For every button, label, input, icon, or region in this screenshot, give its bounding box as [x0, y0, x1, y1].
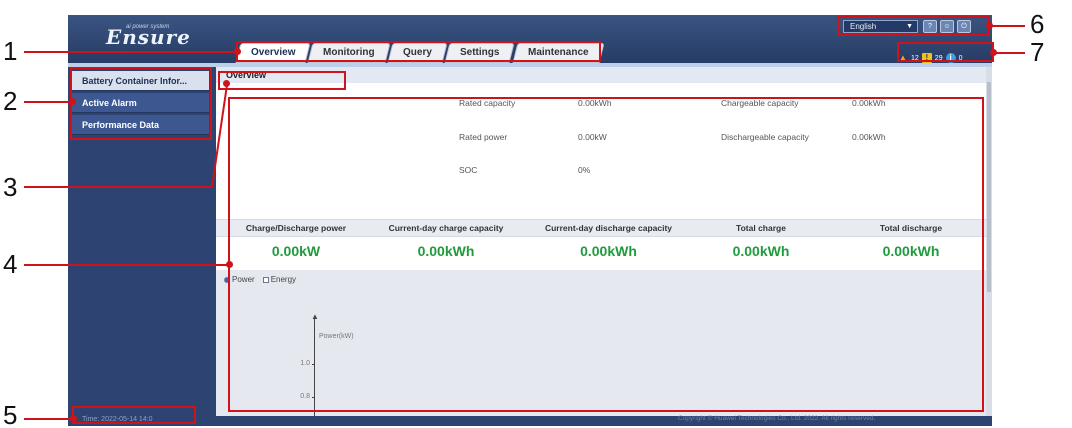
callout-number: 4 [3, 249, 18, 279]
callout-number: 7 [1030, 37, 1045, 67]
figure-root: Ensure ai power system English ▼ ? ☺ ⏻ O… [0, 0, 1072, 428]
callout-dot-7 [990, 49, 997, 56]
callout-number: 6 [1030, 9, 1045, 39]
callout-number: 2 [3, 86, 18, 116]
callout-dot-4 [226, 261, 233, 268]
callout-line-3-diagonal [24, 84, 228, 188]
callout-dot-5 [70, 415, 77, 422]
callout-dot-3 [223, 80, 230, 87]
callout-number: 3 [3, 172, 18, 202]
callout-number: 5 [3, 400, 18, 428]
callout-number: 1 [3, 36, 18, 66]
callout-dot-6 [986, 22, 993, 29]
callout-line-5 [24, 418, 74, 420]
callout-line-6 [990, 25, 1025, 27]
callout-line-4 [24, 264, 230, 266]
callout-line-7 [994, 52, 1025, 54]
